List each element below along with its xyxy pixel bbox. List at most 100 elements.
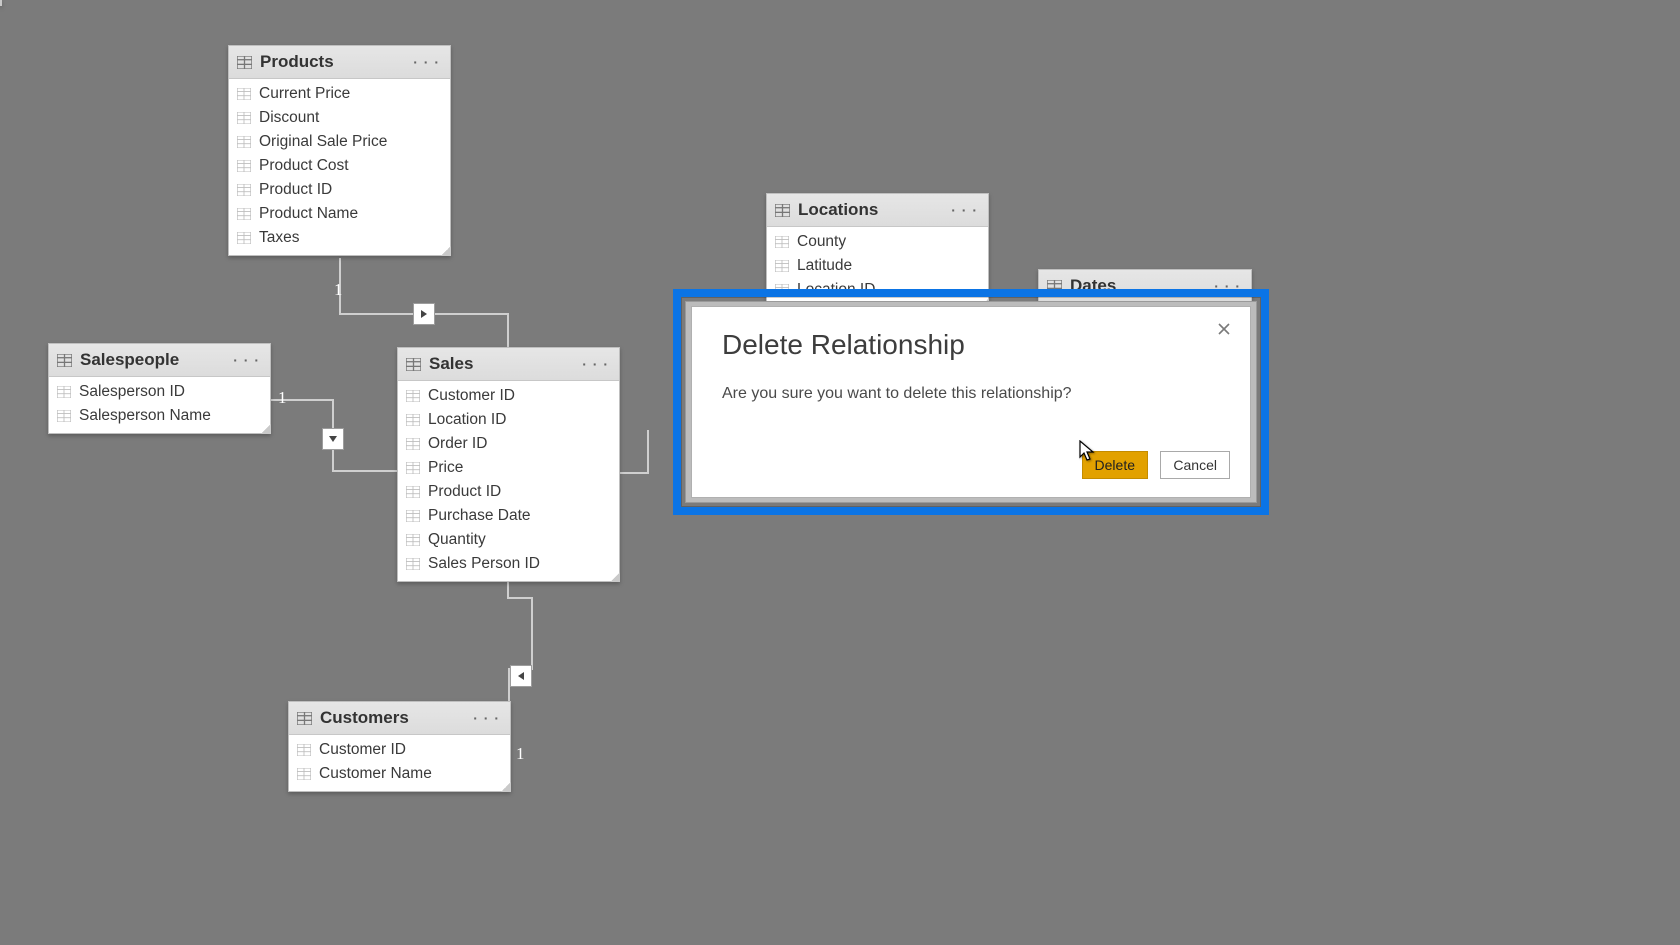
- table-icon: [237, 56, 252, 69]
- field-icon: [297, 768, 311, 780]
- field-row[interactable]: Customer ID: [398, 384, 619, 408]
- field-row[interactable]: Purchase Date: [398, 504, 619, 528]
- table-menu-icon[interactable]: · · ·: [947, 202, 982, 218]
- delete-relationship-dialog: Delete Relationship Are you sure you wan…: [691, 306, 1251, 498]
- table-menu-icon[interactable]: · · ·: [229, 352, 264, 368]
- field-row[interactable]: Quantity: [398, 528, 619, 552]
- dialog-message: Are you sure you want to delete this rel…: [722, 385, 1072, 403]
- field-label: Product ID: [259, 181, 332, 199]
- field-label: Taxes: [259, 229, 300, 247]
- field-icon: [775, 236, 789, 248]
- field-label: Original Sale Price: [259, 133, 387, 151]
- table-icon: [297, 712, 312, 725]
- table-menu-icon[interactable]: · · ·: [469, 710, 504, 726]
- cancel-button[interactable]: Cancel: [1160, 451, 1230, 479]
- field-row[interactable]: Original Sale Price: [229, 130, 450, 154]
- table-icon: [57, 354, 72, 367]
- field-row[interactable]: Customer Name: [289, 762, 510, 786]
- field-row[interactable]: Salesperson ID: [49, 380, 270, 404]
- field-row[interactable]: Customer ID: [289, 738, 510, 762]
- cardinality-salespeople: 1: [278, 388, 287, 408]
- field-icon: [406, 390, 420, 402]
- field-label: Salesperson Name: [79, 407, 211, 425]
- field-icon: [775, 260, 789, 272]
- table-menu-icon[interactable]: · · ·: [578, 356, 613, 372]
- cancel-button-label: Cancel: [1173, 457, 1217, 473]
- field-icon: [406, 510, 420, 522]
- table-products[interactable]: Products · · · Current Price Discount Orig…: [228, 45, 451, 256]
- field-row[interactable]: Order ID: [398, 432, 619, 456]
- dialog-title: Delete Relationship: [722, 329, 965, 361]
- field-label: Latitude: [797, 257, 852, 275]
- field-icon: [406, 534, 420, 546]
- field-row[interactable]: Location ID: [398, 408, 619, 432]
- table-icon: [775, 204, 790, 217]
- field-label: Salesperson ID: [79, 383, 185, 401]
- field-icon: [406, 486, 420, 498]
- field-icon: [237, 88, 251, 100]
- field-icon: [237, 208, 251, 220]
- table-title: Locations: [798, 200, 947, 220]
- field-label: County: [797, 233, 846, 251]
- field-row[interactable]: Sales Person ID: [398, 552, 619, 576]
- field-label: Sales Person ID: [428, 555, 540, 573]
- model-canvas[interactable]: 1 1 1 Products · · · Current Price Discou…: [0, 0, 1680, 945]
- field-icon: [406, 414, 420, 426]
- field-label: Order ID: [428, 435, 487, 453]
- table-title: Salespeople: [80, 350, 229, 370]
- field-icon: [57, 410, 71, 422]
- field-row[interactable]: Product Cost: [229, 154, 450, 178]
- table-title: Customers: [320, 708, 469, 728]
- field-label: Customer Name: [319, 765, 432, 783]
- field-label: Current Price: [259, 85, 350, 103]
- field-label: Customer ID: [428, 387, 515, 405]
- field-icon: [406, 558, 420, 570]
- field-icon: [406, 438, 420, 450]
- field-row[interactable]: Product ID: [229, 178, 450, 202]
- field-label: Price: [428, 459, 463, 477]
- table-sales[interactable]: Sales · · · Customer ID Location ID Order …: [397, 347, 620, 582]
- resize-handle-icon[interactable]: [261, 424, 271, 434]
- table-icon: [406, 358, 421, 371]
- table-salespeople[interactable]: Salespeople · · · Salesperson ID Salesper…: [48, 343, 271, 434]
- field-row[interactable]: Latitude: [767, 254, 988, 278]
- field-row[interactable]: Current Price: [229, 82, 450, 106]
- table-title: Sales: [429, 354, 578, 374]
- resize-handle-icon[interactable]: [610, 572, 620, 582]
- resize-handle-icon[interactable]: [0, 0, 2, 6]
- table-menu-icon[interactable]: · · ·: [409, 54, 444, 70]
- field-icon: [297, 744, 311, 756]
- field-label: Purchase Date: [428, 507, 531, 525]
- field-label: Customer ID: [319, 741, 406, 759]
- field-label: Location ID: [428, 411, 506, 429]
- field-icon: [57, 386, 71, 398]
- field-row[interactable]: Salesperson Name: [49, 404, 270, 428]
- field-label: Discount: [259, 109, 319, 127]
- field-icon: [237, 184, 251, 196]
- field-row[interactable]: Taxes: [229, 226, 450, 250]
- table-title: Products: [260, 52, 409, 72]
- cardinality-customers: 1: [516, 744, 525, 764]
- field-row[interactable]: Discount: [229, 106, 450, 130]
- filter-direction-icon: [322, 428, 344, 450]
- delete-button-label: Delete: [1095, 457, 1135, 473]
- mouse-cursor-icon: [1079, 440, 1097, 464]
- field-label: Product Cost: [259, 157, 349, 175]
- field-row[interactable]: Product Name: [229, 202, 450, 226]
- field-row[interactable]: Product ID: [398, 480, 619, 504]
- field-label: Quantity: [428, 531, 486, 549]
- cardinality-products: 1: [334, 280, 343, 300]
- field-row[interactable]: County: [767, 230, 988, 254]
- resize-handle-icon[interactable]: [501, 782, 511, 792]
- table-customers[interactable]: Customers · · · Customer ID Customer Name: [288, 701, 511, 792]
- close-icon[interactable]: [1212, 317, 1236, 341]
- field-icon: [237, 160, 251, 172]
- field-icon: [237, 112, 251, 124]
- table-dates-fields[interactable]: [0, 0, 2, 6]
- resize-handle-icon[interactable]: [441, 246, 451, 256]
- field-label: Product ID: [428, 483, 501, 501]
- field-icon: [237, 232, 251, 244]
- field-row[interactable]: Price: [398, 456, 619, 480]
- field-icon: [406, 462, 420, 474]
- field-label: Product Name: [259, 205, 358, 223]
